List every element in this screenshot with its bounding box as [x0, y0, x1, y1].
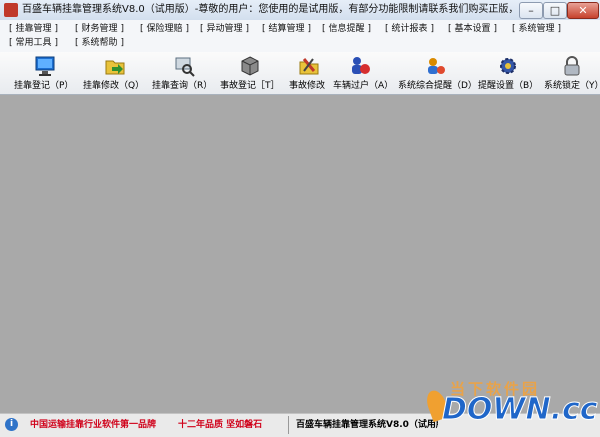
- toolbar-transfer-label: 车辆过户（A）: [333, 81, 394, 91]
- menu-bar: 挂靠管理 财务管理 保险理赔 异动管理 结算管理 信息提醒 统计报表 基本设置 …: [0, 20, 600, 53]
- status-slogan: 中国运输挂靠行业软件第一品牌: [30, 420, 157, 430]
- info-icon: i: [5, 418, 18, 431]
- window-title: 百盛车辆挂靠管理系统V8.0（试用版）-尊敬的用户：您使用的是试用版，有部分功能…: [22, 4, 516, 15]
- toolbar-transfer-button[interactable]: 车辆过户（A）: [333, 54, 394, 92]
- close-button[interactable]: ✕: [567, 2, 599, 19]
- menu-guakao[interactable]: 挂靠管理: [9, 23, 58, 36]
- menu-change[interactable]: 异动管理: [200, 23, 249, 36]
- status-app-name: 百盛车辆挂靠管理系统V8.0（试用版）: [296, 420, 438, 430]
- toolbar-register-label: 挂靠登记（P）: [14, 81, 74, 91]
- status-quality: 十二年品质 坚如磐石: [178, 420, 263, 430]
- toolbar-accident-modify-label: 事故修改: [289, 81, 326, 91]
- toolbar-reminder-button[interactable]: 系统综合提醒（D）: [398, 54, 477, 92]
- menu-system[interactable]: 系统管理: [512, 23, 561, 36]
- monitor-icon: [35, 56, 55, 76]
- toolbar: 挂靠登记（P） 挂靠修改（Q） 挂靠查询（R） 事故登记［T］ 事故修改 车辆过…: [0, 52, 600, 95]
- toolbar-register-button[interactable]: 挂靠登记（P）: [14, 54, 78, 92]
- maximize-button[interactable]: □: [543, 2, 567, 19]
- folder-arrow-icon: [105, 60, 125, 75]
- toolbar-lock-button[interactable]: 系统锁定（Y）: [544, 54, 600, 92]
- minimize-button[interactable]: –: [519, 2, 543, 19]
- toolbar-query-button[interactable]: 挂靠查询（R）: [152, 54, 216, 92]
- menu-reports[interactable]: 统计报表: [385, 23, 434, 36]
- watermark-logo: 当下软件园 DOWN.cc: [423, 378, 599, 434]
- toolbar-accident-register-label: 事故登记［T］: [220, 81, 280, 91]
- menu-settlement[interactable]: 结算管理: [262, 23, 311, 36]
- toolbar-reminder-settings-label: 提醒设置（B）: [478, 81, 539, 91]
- toolbar-modify-button[interactable]: 挂靠修改（Q）: [83, 54, 147, 92]
- menu-tools[interactable]: 常用工具: [9, 37, 58, 50]
- watermark-en: DOWN.cc: [442, 392, 599, 428]
- mdi-workspace[interactable]: [0, 95, 600, 413]
- status-separator: [288, 416, 289, 434]
- title-bar: 百盛车辆挂靠管理系统V8.0（试用版）-尊敬的用户：您使用的是试用版，有部分功能…: [0, 0, 600, 21]
- menu-reminder[interactable]: 信息提醒: [322, 23, 371, 36]
- lock-icon: [564, 56, 580, 76]
- toolbar-reminder-settings-button[interactable]: 提醒设置（B）: [478, 54, 538, 92]
- gear-icon: [500, 58, 516, 74]
- app-icon: [4, 3, 18, 17]
- toolbar-reminder-label: 系统综合提醒（D）: [398, 81, 477, 91]
- toolbar-query-label: 挂靠查询（R）: [152, 81, 213, 91]
- bell-people-icon: [428, 58, 445, 74]
- toolbar-lock-label: 系统锁定（Y）: [544, 81, 600, 91]
- menu-insurance[interactable]: 保险理赔: [140, 23, 189, 36]
- toolbar-accident-register-button[interactable]: 事故登记［T］: [220, 54, 280, 92]
- people-transfer-icon: [352, 57, 370, 74]
- tools-folder-icon: [299, 58, 319, 75]
- cube-icon: [241, 56, 259, 76]
- menu-finance[interactable]: 财务管理: [75, 23, 124, 36]
- toolbar-modify-label: 挂靠修改（Q）: [83, 81, 145, 91]
- toolbar-accident-modify-button[interactable]: 事故修改: [289, 54, 329, 92]
- search-computer-icon: [175, 57, 195, 77]
- menu-basic-settings[interactable]: 基本设置: [448, 23, 497, 36]
- menu-help[interactable]: 系统帮助: [75, 37, 124, 50]
